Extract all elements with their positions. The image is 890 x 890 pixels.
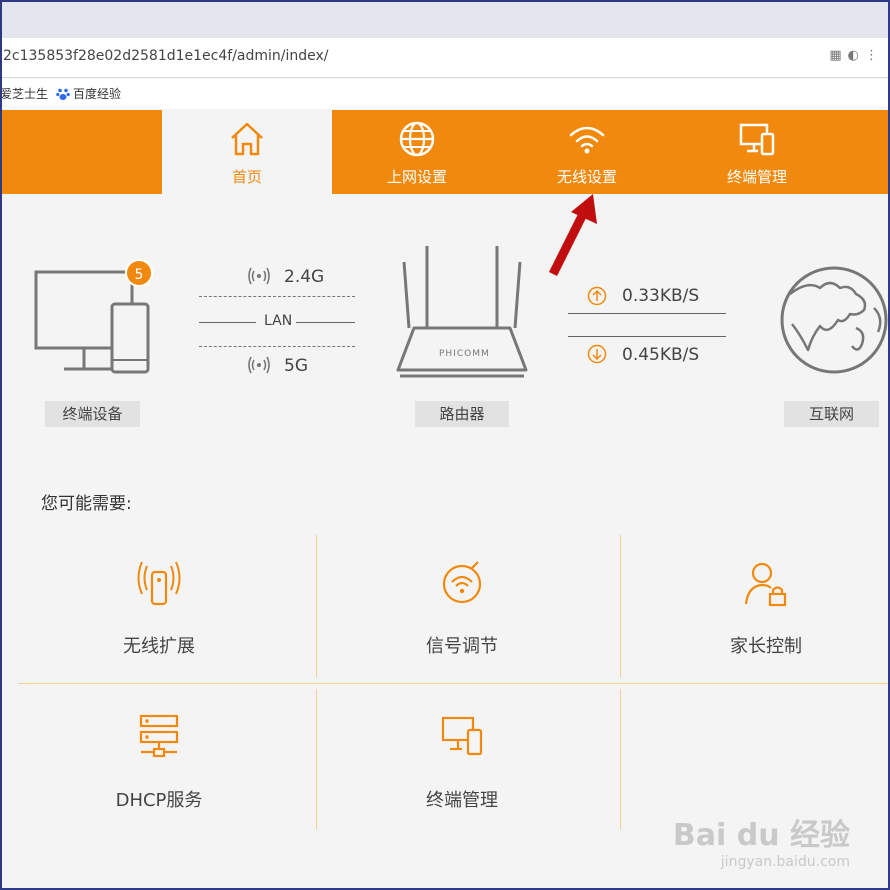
card-wireless-extend[interactable]: 无线扩展 xyxy=(9,536,309,684)
quick-section-title: 您可能需要: xyxy=(41,494,132,514)
dotted-divider xyxy=(199,296,355,297)
upload-icon xyxy=(587,286,607,306)
lan-line-left xyxy=(199,322,256,323)
internet-globe-icon[interactable] xyxy=(778,258,890,384)
nav-device-management[interactable]: 终端管理 xyxy=(672,110,842,194)
card-label: 家长控制 xyxy=(730,636,802,657)
card-device-management[interactable]: 终端管理 xyxy=(312,690,612,838)
terminal-count-badge: 5 xyxy=(125,259,153,287)
card-signal-adjust[interactable]: 信号调节 xyxy=(312,536,612,684)
terminal-devices-label[interactable]: 终端设备 xyxy=(45,401,140,427)
card-label: 终端管理 xyxy=(426,790,498,811)
speed-divider xyxy=(568,336,726,337)
download-speed: 0.45KB/S xyxy=(622,345,700,365)
device-manage-icon xyxy=(441,716,483,756)
devices-icon xyxy=(739,123,775,156)
parental-control-icon xyxy=(744,562,787,607)
speed-divider xyxy=(568,313,726,314)
card-label: DHCP服务 xyxy=(115,790,203,811)
card-dhcp-service[interactable]: DHCP服务 xyxy=(9,690,309,838)
router-label[interactable]: 路由器 xyxy=(415,401,509,427)
internet-label[interactable]: 互联网 xyxy=(784,401,879,427)
address-bar-icons[interactable]: ▦◐⋮ xyxy=(829,48,884,63)
router-brand: PHICOMM xyxy=(439,349,490,359)
signal-adjust-icon xyxy=(442,561,482,604)
qr-icon[interactable]: ▦ xyxy=(829,48,847,63)
nav-wireless-label: 无线设置 xyxy=(556,168,617,186)
card-label: 无线扩展 xyxy=(123,636,195,657)
browser-address-bar[interactable]: 2c135853f28e02d2581d1e1ec4f/admin/index/… xyxy=(0,38,890,78)
nav-internet-label: 上网设置 xyxy=(386,168,447,186)
upload-speed: 0.33KB/S xyxy=(622,286,700,306)
band-5g-text: 5G xyxy=(284,356,308,376)
more-icon[interactable]: ⋮ xyxy=(865,48,884,63)
signal-5g-icon xyxy=(248,356,270,374)
dhcp-server-icon xyxy=(139,714,179,758)
wireless-extend-icon xyxy=(137,561,181,606)
router-icon[interactable] xyxy=(394,244,530,382)
nav-home[interactable]: 首页 xyxy=(162,110,332,194)
main-navbar: 首页 上网设置 无线设置 终端管理 xyxy=(0,110,890,194)
card-parental-control[interactable]: 家长控制 xyxy=(616,536,890,684)
baidu-watermark: Bai du 经验 jingyan.baidu.com xyxy=(673,810,850,870)
nav-wireless-settings[interactable]: 无线设置 xyxy=(502,110,672,194)
nav-home-label: 首页 xyxy=(231,168,262,186)
watermark-site: jingyan.baidu.com xyxy=(720,854,850,870)
watermark-brand: Bai du 经验 xyxy=(672,818,850,853)
bookmarks-bar: 爱芝士生 百度经验 xyxy=(0,79,890,109)
lan-text: LAN xyxy=(264,313,293,329)
download-icon xyxy=(587,344,607,364)
browser-tab-strip xyxy=(0,0,890,38)
url-text[interactable]: 2c135853f28e02d2581d1e1ec4f/admin/index/ xyxy=(3,48,329,64)
bookmark-label: 百度经验 xyxy=(73,87,122,101)
lan-line-right xyxy=(296,322,355,323)
home-icon xyxy=(231,122,263,156)
baidu-paw-icon xyxy=(56,88,70,100)
signal-24g-icon xyxy=(248,267,270,285)
wifi-icon xyxy=(569,126,605,154)
card-label: 信号调节 xyxy=(426,636,498,657)
browser-mode-icon[interactable]: ◐ xyxy=(848,48,865,63)
annotation-arrow xyxy=(548,194,597,277)
globe-icon xyxy=(399,121,435,157)
bookmark-item[interactable]: 爱芝士生 xyxy=(0,85,48,102)
grid-divider xyxy=(620,689,621,830)
bookmark-item[interactable]: 百度经验 xyxy=(56,85,121,102)
nav-internet-settings[interactable]: 上网设置 xyxy=(332,110,502,194)
band-24g-text: 2.4G xyxy=(284,267,325,287)
nav-devices-label: 终端管理 xyxy=(726,168,787,186)
dotted-divider xyxy=(199,346,355,347)
